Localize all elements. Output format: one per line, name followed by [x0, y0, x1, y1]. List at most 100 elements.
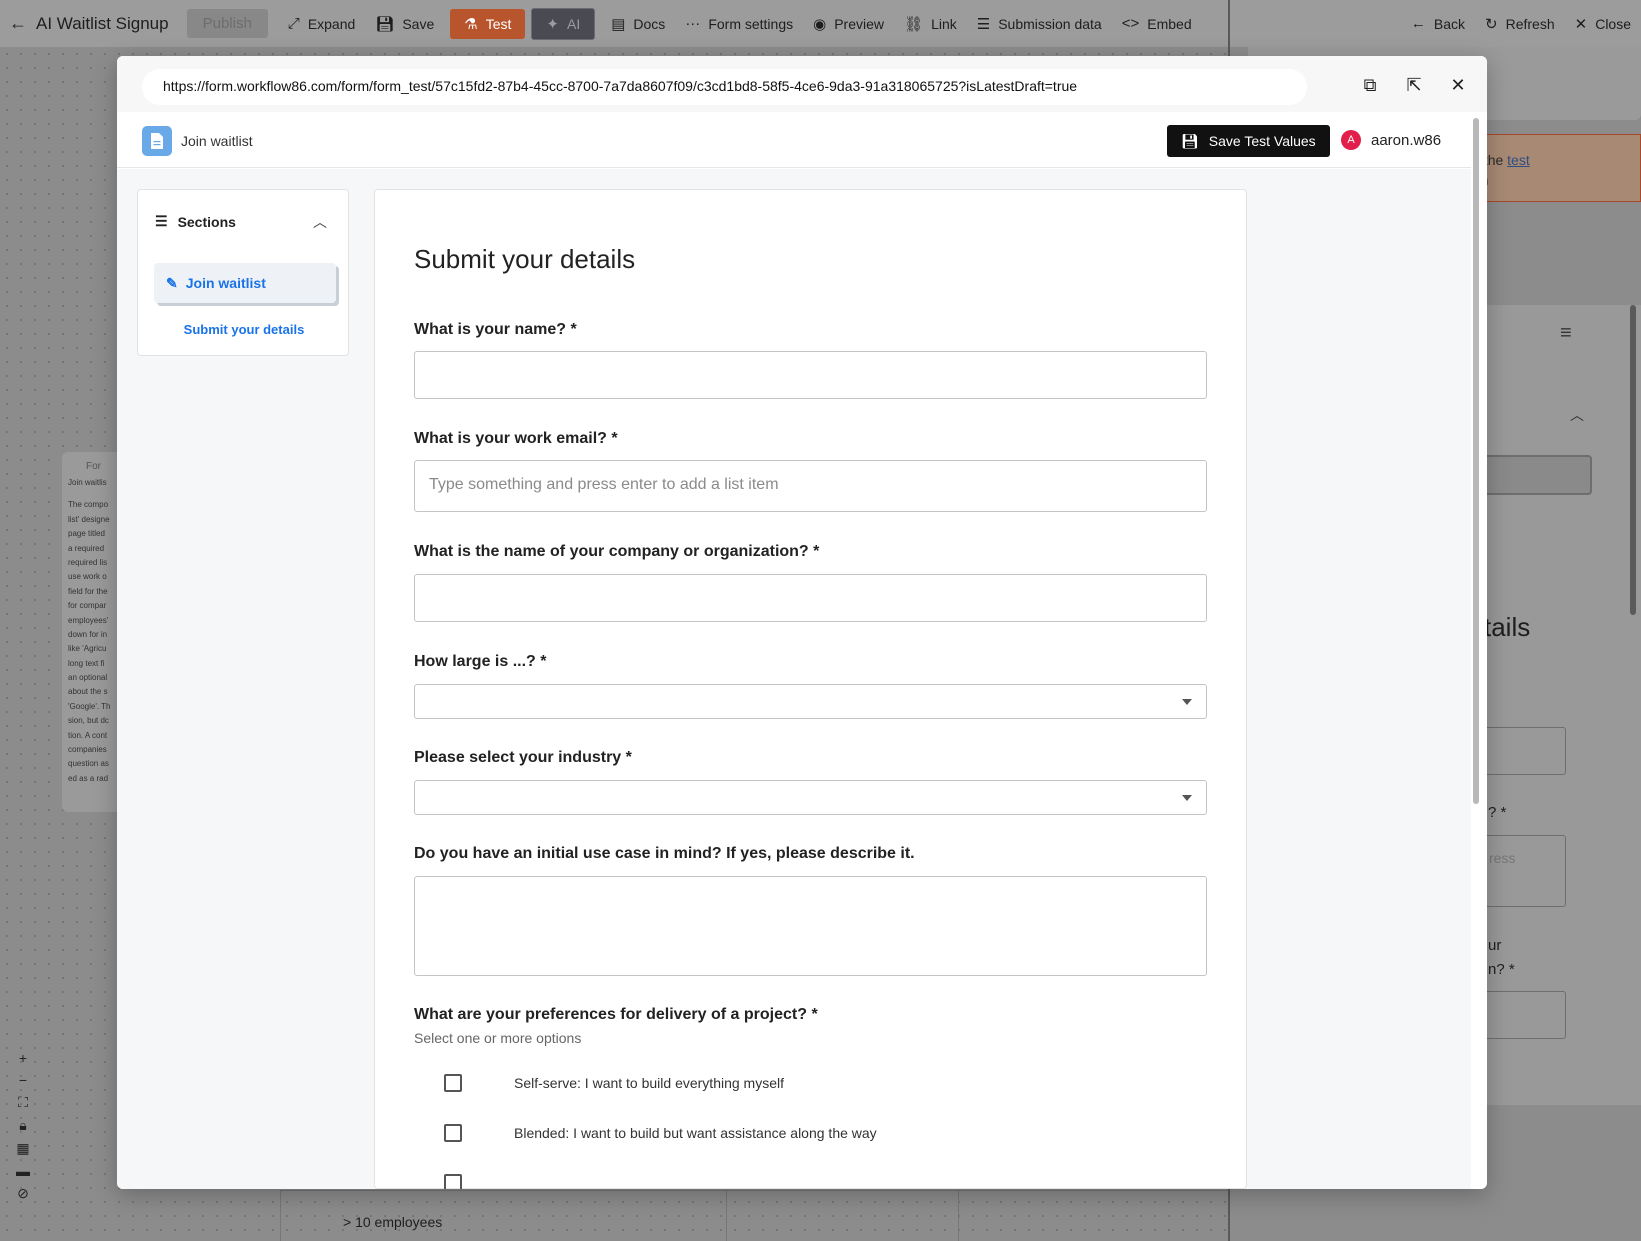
- canvas-controls: + − ⛶ 🔒︎ ▦ ▬ ⊘: [10, 1050, 36, 1202]
- document-icon: ▤: [611, 15, 626, 33]
- preview-title-fragment: tails: [1484, 612, 1531, 642]
- publish-button[interactable]: Publish: [186, 9, 268, 38]
- code-icon: <>: [1121, 15, 1140, 32]
- node-description-line: long text fi: [68, 658, 105, 668]
- refresh-icon: ↻: [1485, 15, 1498, 33]
- checkbox[interactable]: [444, 1074, 462, 1092]
- lock-icon[interactable]: 🔒︎: [10, 1117, 36, 1134]
- test-button[interactable]: ⚗ Test: [450, 8, 526, 39]
- node-description-line: page titled: [68, 529, 105, 539]
- node-description-line: ed as a rad: [68, 773, 109, 783]
- open-external-icon[interactable]: ⇱: [1401, 72, 1427, 98]
- modal-scrollbar[interactable]: [1473, 118, 1479, 804]
- name-label: What is your name? *: [414, 321, 577, 338]
- checkbox[interactable]: [444, 1174, 462, 1189]
- company-label: What is the name of your company or orga…: [414, 543, 820, 560]
- preview-panel: [1480, 305, 1641, 1105]
- node-description-line: field for the: [68, 586, 108, 596]
- panel-back-button[interactable]: ← Back: [1401, 0, 1475, 47]
- embed-button[interactable]: <> Embed: [1112, 0, 1202, 47]
- preview-button[interactable]: ◉ Preview: [803, 0, 894, 47]
- save-button[interactable]: 💾︎ Save: [365, 0, 444, 47]
- usecase-textarea[interactable]: [414, 876, 1207, 976]
- ai-button[interactable]: ✦ AI: [531, 7, 596, 40]
- arrow-left-icon: ←: [1410, 15, 1426, 32]
- node-description-line: use work o: [68, 572, 107, 582]
- preview-input[interactable]: [1482, 991, 1566, 1039]
- save-icon: 💾︎: [1181, 132, 1199, 149]
- sections-panel: ☰ Sections ︿ ✎ Join waitlist Submit your d…: [137, 189, 349, 356]
- chevron-up-icon[interactable]: ︿: [313, 212, 327, 232]
- dropdown-arrow-icon: [1182, 698, 1192, 705]
- industry-select[interactable]: [414, 780, 1207, 815]
- size-label: How large is ...? *: [414, 653, 547, 670]
- node-description-line: question as: [68, 759, 109, 769]
- node-description-line: an optional: [68, 673, 108, 683]
- zoom-out-icon[interactable]: −: [10, 1072, 36, 1088]
- user-name: aaron.w86: [1371, 132, 1442, 149]
- name-input[interactable]: [414, 351, 1207, 399]
- node-description-line: a required: [68, 543, 105, 553]
- back-arrow-icon[interactable]: ←: [0, 13, 36, 34]
- section-link-submit-details[interactable]: Submit your details: [138, 322, 350, 337]
- delivery-option[interactable]: Blended: I want to build but want assist…: [444, 1124, 877, 1142]
- node-description-line: The compo: [68, 500, 109, 510]
- zoom-in-icon[interactable]: +: [10, 1050, 36, 1066]
- email-list-input[interactable]: Type something and press enter to add a …: [414, 460, 1207, 512]
- expand-icon: ⤢: [287, 15, 300, 32]
- avatar[interactable]: A: [1341, 130, 1361, 150]
- docs-button[interactable]: ▤ Docs: [601, 0, 675, 47]
- form-card: Submit your details What is your name? *…: [374, 189, 1247, 1189]
- node-description-line: down for in: [68, 629, 108, 639]
- document-icon: [142, 126, 172, 156]
- menu-icon[interactable]: ≡: [1560, 322, 1572, 345]
- node-subtitle: Join waitlis: [68, 478, 107, 487]
- top-toolbar: ← AI Waitlist Signup Publish ⤢ Expand 💾︎ S…: [0, 0, 1641, 47]
- node-description-line: required lis: [68, 557, 108, 567]
- form-node-card[interactable]: For Join waitlis The compo list' designe p…: [62, 452, 122, 812]
- delivery-label: What are your preferences for delivery o…: [414, 1006, 818, 1023]
- fit-view-icon[interactable]: ⛶: [10, 1094, 36, 1111]
- copy-icon[interactable]: ⧉: [1357, 72, 1383, 98]
- submission-data-button[interactable]: ☰ Submission data: [967, 0, 1112, 47]
- delivery-option-partial[interactable]: [444, 1174, 462, 1189]
- preview-label: ? *: [1488, 804, 1507, 821]
- form-url[interactable]: https://form.workflow86.com/form/form_te…: [142, 69, 1307, 105]
- close-icon[interactable]: ✕: [1445, 72, 1471, 98]
- link-button[interactable]: ⛓ Link: [894, 0, 967, 47]
- edit-icon: ✎: [166, 274, 178, 291]
- page-title: Submit your details: [414, 244, 636, 274]
- minimap-icon[interactable]: ▬: [10, 1163, 36, 1179]
- preview-label: ur n? *: [1488, 937, 1515, 978]
- hide-icon[interactable]: ⊘: [10, 1185, 36, 1202]
- node-description-line: companies: [68, 745, 107, 755]
- usecase-label: Do you have an initial use case in mind?…: [414, 845, 915, 862]
- delivery-help-text: Select one or more options: [414, 1030, 582, 1046]
- refresh-button[interactable]: ↻ Refresh: [1475, 0, 1565, 47]
- checkbox[interactable]: [444, 1124, 462, 1142]
- form-settings-button[interactable]: ··· Form settings: [675, 0, 803, 47]
- preview-input[interactable]: ress: [1482, 835, 1566, 907]
- panel-close-button[interactable]: ✕ Close: [1565, 0, 1641, 47]
- preview-input[interactable]: [1482, 727, 1566, 775]
- preview-section-button[interactable]: [1482, 455, 1592, 495]
- size-select[interactable]: [414, 684, 1207, 719]
- node-description-line: employees': [68, 615, 109, 625]
- chevron-up-icon[interactable]: ︿: [1570, 405, 1584, 425]
- email-label: What is your work email? *: [414, 430, 618, 447]
- workflow-title: AI Waitlist Signup: [36, 13, 169, 33]
- grid-icon[interactable]: ▦: [10, 1140, 36, 1157]
- company-input[interactable]: [414, 574, 1207, 622]
- section-join-waitlist[interactable]: ✎ Join waitlist: [154, 263, 336, 303]
- test-link[interactable]: test: [1507, 152, 1530, 168]
- delivery-option[interactable]: Self-serve: I want to build everything m…: [444, 1074, 784, 1092]
- preview-scrollbar[interactable]: [1630, 305, 1636, 615]
- url-bar: https://form.workflow86.com/form/form_te…: [117, 56, 1487, 112]
- node-description-line: for compar: [68, 601, 107, 611]
- node-description-line: sion, but dc: [68, 716, 109, 726]
- database-icon: ☰: [976, 15, 991, 33]
- industry-label: Please select your industry *: [414, 749, 632, 766]
- save-test-values-button[interactable]: 💾︎ Save Test Values: [1167, 125, 1330, 157]
- expand-button[interactable]: ⤢ Expand: [278, 0, 366, 47]
- form-header-title: Join waitlist: [181, 133, 253, 149]
